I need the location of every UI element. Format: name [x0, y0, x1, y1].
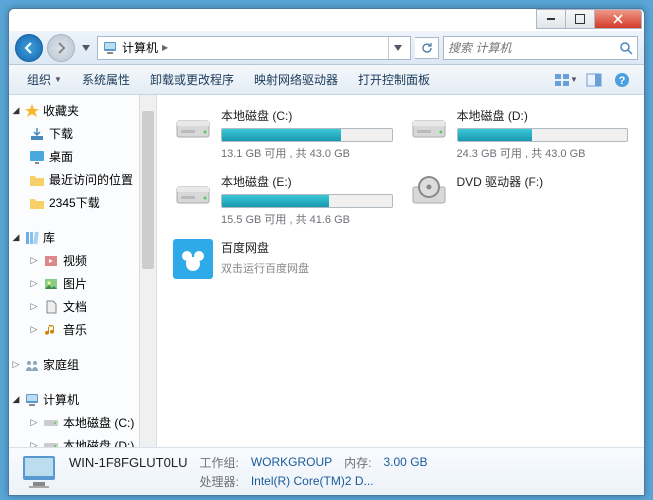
capacity-bar [221, 128, 393, 142]
memory-label: 内存: [344, 454, 371, 471]
drive-icon [43, 415, 59, 431]
sidebar-item-2345[interactable]: 2345下载 [9, 191, 140, 214]
minimize-button[interactable] [536, 9, 566, 29]
explorer-window: 计算机 ▶ 组织▼ 系统属性 卸载或更改程序 映射网络驱动器 打开控制面板 ▼ [8, 8, 645, 496]
search-input[interactable] [448, 41, 619, 55]
search-icon [619, 41, 633, 55]
breadcrumb-location[interactable]: 计算机 [122, 39, 158, 56]
computer-icon [102, 40, 118, 56]
pictures-icon [43, 276, 59, 292]
status-bar: WIN-1F8FGLUT0LU 工作组: WORKGROUP 内存: 3.00 … [9, 447, 644, 495]
refresh-button[interactable] [415, 37, 439, 59]
workgroup-value: WORKGROUP [251, 455, 332, 469]
close-button[interactable] [594, 9, 642, 29]
sidebar-item-recent[interactable]: 最近访问的位置 [9, 168, 140, 191]
capacity-bar [221, 194, 393, 208]
folder-icon [29, 195, 45, 211]
workgroup-label: 工作组: [199, 454, 238, 471]
homegroup-icon [24, 357, 40, 373]
sidebar-computer-header[interactable]: ◢ 计算机 [9, 388, 140, 411]
maximize-button[interactable] [565, 9, 595, 29]
music-icon [43, 322, 59, 338]
uninstall-programs-button[interactable]: 卸载或更改程序 [140, 67, 244, 92]
sidebar-item-drive-d[interactable]: ▷ 本地磁盘 (D:) [9, 434, 140, 447]
help-button[interactable]: ? [610, 68, 634, 92]
chevron-right-icon[interactable]: ▶ [162, 43, 168, 52]
app-description: 双击运行百度网盘 [221, 260, 393, 276]
address-bar[interactable]: 计算机 ▶ [97, 36, 411, 60]
sidebar-item-music[interactable]: ▷ 音乐 [9, 318, 140, 341]
titlebar [9, 9, 644, 31]
sidebar-item-pictures[interactable]: ▷ 图片 [9, 272, 140, 295]
download-icon [29, 126, 45, 142]
hard-drive-icon [173, 173, 213, 213]
sidebar-item-desktop[interactable]: 桌面 [9, 145, 140, 168]
organize-menu[interactable]: 组织▼ [17, 67, 72, 92]
back-button[interactable] [15, 34, 43, 62]
toolbar: 组织▼ 系统属性 卸载或更改程序 映射网络驱动器 打开控制面板 ▼ ? [9, 65, 644, 95]
drive-label: DVD 驱动器 (F:) [457, 173, 629, 190]
computer-name: WIN-1F8FGLUT0LU [69, 455, 187, 470]
baidu-netdisk-item[interactable]: 百度网盘 双击运行百度网盘 [169, 235, 397, 283]
hard-drive-item[interactable]: 本地磁盘 (D:) 24.3 GB 可用 , 共 43.0 GB [405, 103, 633, 165]
sidebar-item-documents[interactable]: ▷ 文档 [9, 295, 140, 318]
desktop-icon [29, 149, 45, 165]
dvd-drive-icon [409, 173, 449, 213]
sidebar-favorites-header[interactable]: ◢ 收藏夹 [9, 99, 140, 122]
capacity-text: 13.1 GB 可用 , 共 43.0 GB [221, 145, 393, 161]
svg-text:?: ? [619, 75, 626, 87]
sidebar-homegroup-header[interactable]: ▷ 家庭组 [9, 353, 140, 376]
cpu-label: 处理器: [199, 473, 238, 490]
sidebar-libraries-header[interactable]: ◢ 库 [9, 226, 140, 249]
capacity-text: 15.5 GB 可用 , 共 41.6 GB [221, 211, 393, 227]
sidebar-scrollbar[interactable] [139, 95, 156, 447]
app-name: 百度网盘 [221, 239, 393, 256]
star-icon [24, 103, 40, 119]
drive-label: 本地磁盘 (E:) [221, 173, 393, 190]
sidebar-item-downloads[interactable]: 下载 [9, 122, 140, 145]
system-properties-button[interactable]: 系统属性 [72, 67, 140, 92]
address-dropdown[interactable] [388, 37, 406, 59]
map-network-drive-button[interactable]: 映射网络驱动器 [244, 67, 348, 92]
capacity-text: 24.3 GB 可用 , 共 43.0 GB [457, 145, 629, 161]
search-box[interactable] [443, 36, 638, 60]
open-control-panel-button[interactable]: 打开控制面板 [348, 67, 440, 92]
sidebar-item-drive-c[interactable]: ▷ 本地磁盘 (C:) [9, 411, 140, 434]
baidu-cloud-icon [173, 239, 213, 279]
forward-button[interactable] [47, 34, 75, 62]
main-content: 本地磁盘 (C:) 13.1 GB 可用 , 共 43.0 GB 本地磁盘 (D… [157, 95, 644, 447]
drive-label: 本地磁盘 (C:) [221, 107, 393, 124]
navbar: 计算机 ▶ [9, 31, 644, 65]
preview-pane-button[interactable] [582, 68, 606, 92]
dvd-drive-item[interactable]: DVD 驱动器 (F:) [405, 169, 633, 231]
drive-icon [43, 438, 59, 448]
hard-drive-icon [409, 107, 449, 147]
computer-icon [24, 392, 40, 408]
sidebar: ◢ 收藏夹 下载 桌面 最近访问的位置 [9, 95, 157, 447]
capacity-bar [457, 128, 629, 142]
drive-label: 本地磁盘 (D:) [457, 107, 629, 124]
documents-icon [43, 299, 59, 315]
library-icon [24, 230, 40, 246]
view-options-button[interactable]: ▼ [554, 68, 578, 92]
recent-icon [29, 172, 45, 188]
hard-drive-icon [173, 107, 213, 147]
hard-drive-item[interactable]: 本地磁盘 (E:) 15.5 GB 可用 , 共 41.6 GB [169, 169, 397, 231]
sidebar-item-videos[interactable]: ▷ 视频 [9, 249, 140, 272]
hard-drive-item[interactable]: 本地磁盘 (C:) 13.1 GB 可用 , 共 43.0 GB [169, 103, 397, 165]
cpu-value: Intel(R) Core(TM)2 D... [251, 474, 428, 488]
nav-history-dropdown[interactable] [79, 34, 93, 62]
memory-value: 3.00 GB [384, 455, 428, 469]
computer-large-icon [19, 452, 59, 492]
video-icon [43, 253, 59, 269]
